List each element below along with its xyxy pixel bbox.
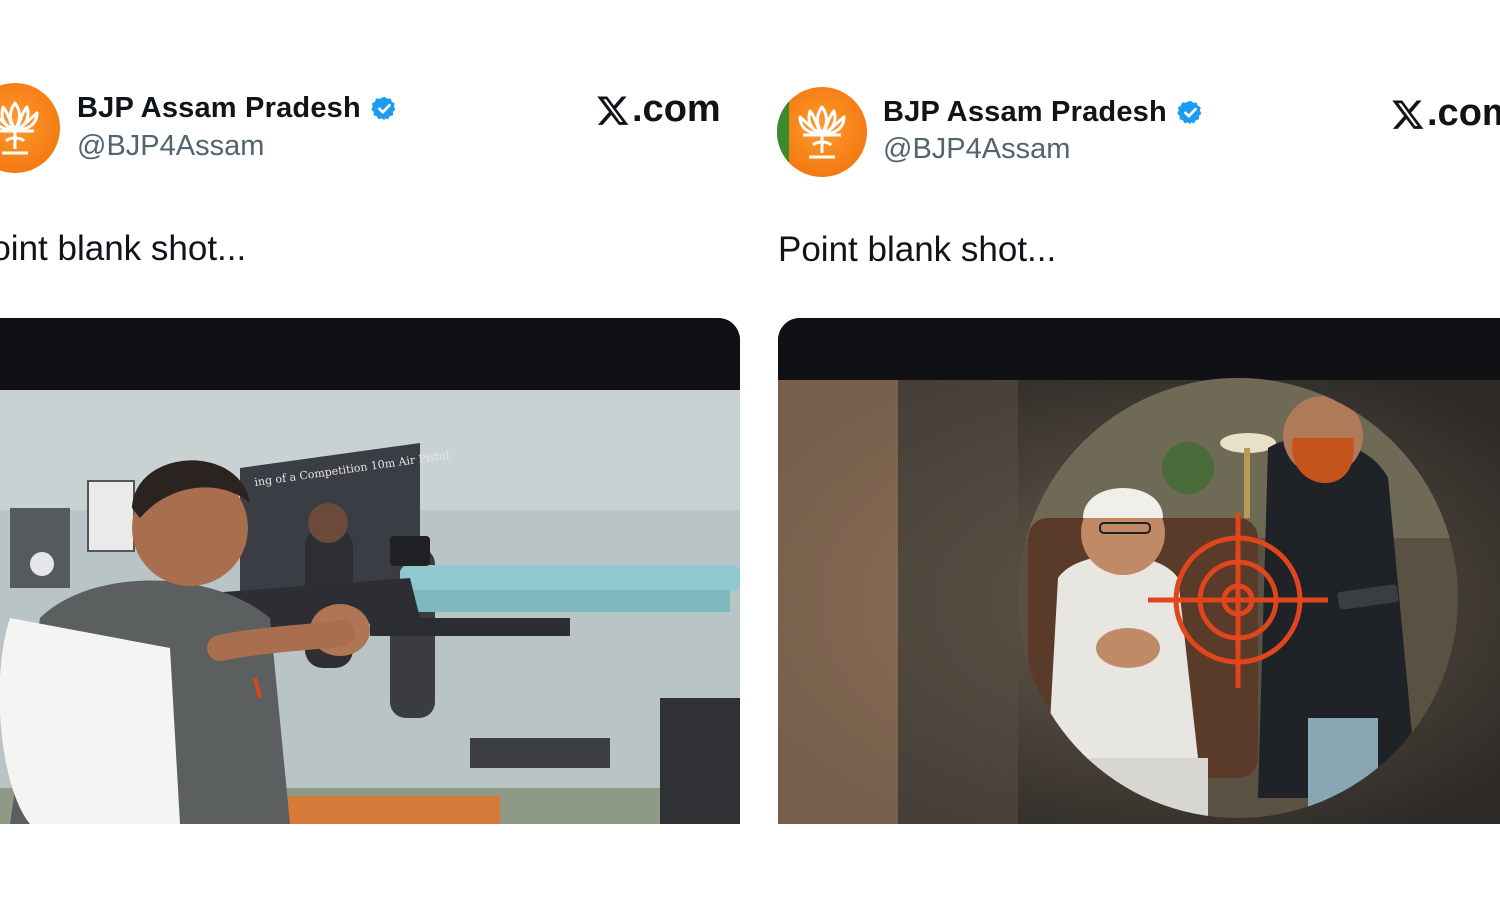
lotus-icon — [798, 105, 846, 159]
account-name-text[interactable]: BJP Assam Pradesh — [77, 92, 361, 125]
tweet-video[interactable]: ing of a Competition 10m Air Pistol — [0, 318, 740, 824]
scope-image — [778, 318, 1500, 824]
bjp-lotus-avatar[interactable] — [777, 87, 867, 177]
site-logo[interactable]: .com — [1391, 92, 1500, 135]
avatar-green-band — [777, 87, 789, 177]
site-text: .com — [1427, 92, 1500, 134]
account-handle[interactable]: @BJP4Assam — [883, 133, 1070, 166]
site-logo[interactable]: .com — [596, 88, 721, 131]
account-handle[interactable]: @BJP4Assam — [77, 130, 264, 163]
tweet-text: Point blank shot... — [778, 230, 1057, 269]
tweet-text: Point blank shot... — [0, 229, 247, 268]
lotus-icon — [0, 101, 39, 155]
site-text: .com — [632, 88, 721, 130]
x-logo-icon — [1392, 100, 1424, 129]
video-frame: ing of a Competition 10m Air Pistol — [0, 318, 740, 824]
account-name[interactable]: BJP Assam Pradesh — [77, 92, 398, 125]
account-name-text[interactable]: BJP Assam Pradesh — [883, 96, 1167, 129]
account-name[interactable]: BJP Assam Pradesh — [883, 96, 1204, 129]
tweet-card-right[interactable]: BJP Assam Pradesh @BJP4Assam .com Point … — [760, 0, 1500, 900]
bjp-lotus-avatar[interactable] — [0, 83, 60, 173]
x-logo-icon — [597, 96, 629, 125]
tweet-card-left[interactable]: BJP Assam Pradesh @BJP4Assam .com Point … — [0, 0, 760, 900]
verified-badge-icon — [1177, 100, 1202, 125]
tweet-image[interactable] — [778, 318, 1500, 824]
verified-badge-icon — [371, 96, 396, 121]
